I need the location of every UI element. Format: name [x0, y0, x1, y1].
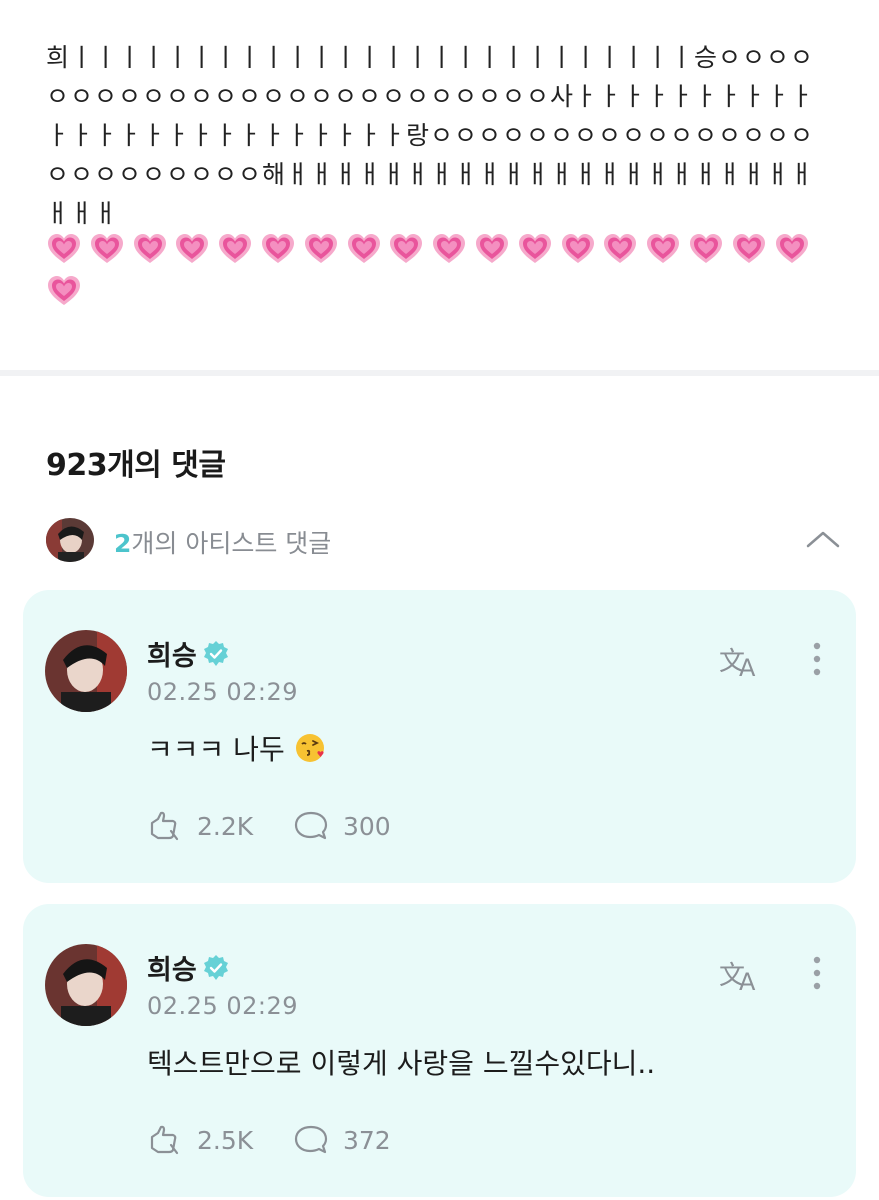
reply-bubble-icon — [294, 811, 328, 840]
growing-heart-icon — [517, 228, 560, 270]
face-blowing-kiss-icon — [294, 733, 326, 766]
comment-text: ㅋㅋㅋ 나두 — [147, 728, 326, 768]
svg-text:A: A — [739, 968, 756, 994]
more-options-icon[interactable] — [801, 638, 833, 680]
growing-heart-icon — [774, 228, 817, 270]
verified-badge-icon — [201, 639, 231, 669]
author-name: 희승 — [147, 955, 197, 986]
translate-icon[interactable]: 文A — [719, 954, 765, 996]
growing-heart-icon — [303, 228, 346, 270]
like-count: 2.2K — [197, 811, 254, 841]
reply-count: 372 — [343, 1125, 391, 1155]
artist-comment-card: 희승 02.25 02:29 텍스트만으로 이렇게 사랑을 느낄수있다니.. 文… — [23, 904, 856, 1197]
comment-author: 희승 — [147, 948, 231, 987]
growing-heart-icon — [132, 228, 175, 270]
artist-comments-label: 2개의 아티스트 댓글 — [114, 524, 331, 560]
heart-emoji-row — [46, 228, 836, 312]
growing-heart-icon — [602, 228, 645, 270]
comments-count-title: 923개의 댓글 — [46, 448, 226, 483]
growing-heart-icon — [645, 228, 688, 270]
chevron-up-icon[interactable] — [805, 524, 841, 554]
growing-heart-icon — [731, 228, 774, 270]
translate-icon[interactable]: 文A — [719, 640, 765, 682]
growing-heart-icon — [217, 228, 260, 270]
like-button[interactable]: 2.5K — [147, 1122, 253, 1158]
growing-heart-icon — [174, 228, 217, 270]
avatar[interactable] — [45, 630, 127, 712]
growing-heart-icon — [474, 228, 517, 270]
author-name: 희승 — [147, 641, 197, 672]
post-body-text: 희ㅣㅣㅣㅣㅣㅣㅣㅣㅣㅣㅣㅣㅣㅣㅣㅣㅣㅣㅣㅣㅣㅣㅣㅣㅣㅣ승ㅇㅇㅇㅇㅇㅇㅇㅇㅇㅇㅇㅇ… — [46, 43, 815, 228]
reply-bubble-icon — [294, 1125, 328, 1154]
growing-heart-icon — [260, 228, 303, 270]
like-hand-icon — [150, 1125, 179, 1155]
artist-comments-number: 2 — [114, 529, 132, 558]
artist-comment-card: 희승 02.25 02:29 ㅋㅋㅋ 나두 文A 2.2K 300 — [23, 590, 856, 883]
reply-count: 300 — [343, 811, 391, 841]
reply-button[interactable]: 300 — [293, 808, 391, 844]
more-options-icon[interactable] — [801, 952, 833, 994]
comment-timestamp: 02.25 02:29 — [147, 678, 298, 706]
growing-heart-icon — [388, 228, 431, 270]
artist-comments-toggle[interactable]: 2개의 아티스트 댓글 — [46, 518, 841, 562]
artist-avatar-small — [46, 518, 94, 562]
reply-button[interactable]: 372 — [293, 1122, 391, 1158]
artist-comments-text: 개의 아티스트 댓글 — [131, 529, 332, 558]
avatar[interactable] — [45, 944, 127, 1026]
growing-heart-icon — [560, 228, 603, 270]
verified-badge-icon — [201, 953, 231, 983]
like-count: 2.5K — [197, 1125, 254, 1155]
comment-text: 텍스트만으로 이렇게 사랑을 느낄수있다니.. — [147, 1047, 656, 1080]
comment-author: 희승 — [147, 634, 231, 673]
growing-heart-icon — [346, 228, 389, 270]
growing-heart-icon — [89, 228, 132, 270]
comment-text-content: ㅋㅋㅋ 나두 — [147, 733, 285, 766]
like-hand-icon — [150, 811, 179, 841]
growing-heart-icon — [46, 228, 89, 270]
svg-text:A: A — [739, 654, 756, 680]
comment-timestamp: 02.25 02:29 — [147, 992, 298, 1020]
section-divider — [0, 370, 879, 376]
growing-heart-icon — [46, 270, 89, 312]
growing-heart-icon — [431, 228, 474, 270]
like-button[interactable]: 2.2K — [147, 808, 253, 844]
growing-heart-icon — [688, 228, 731, 270]
